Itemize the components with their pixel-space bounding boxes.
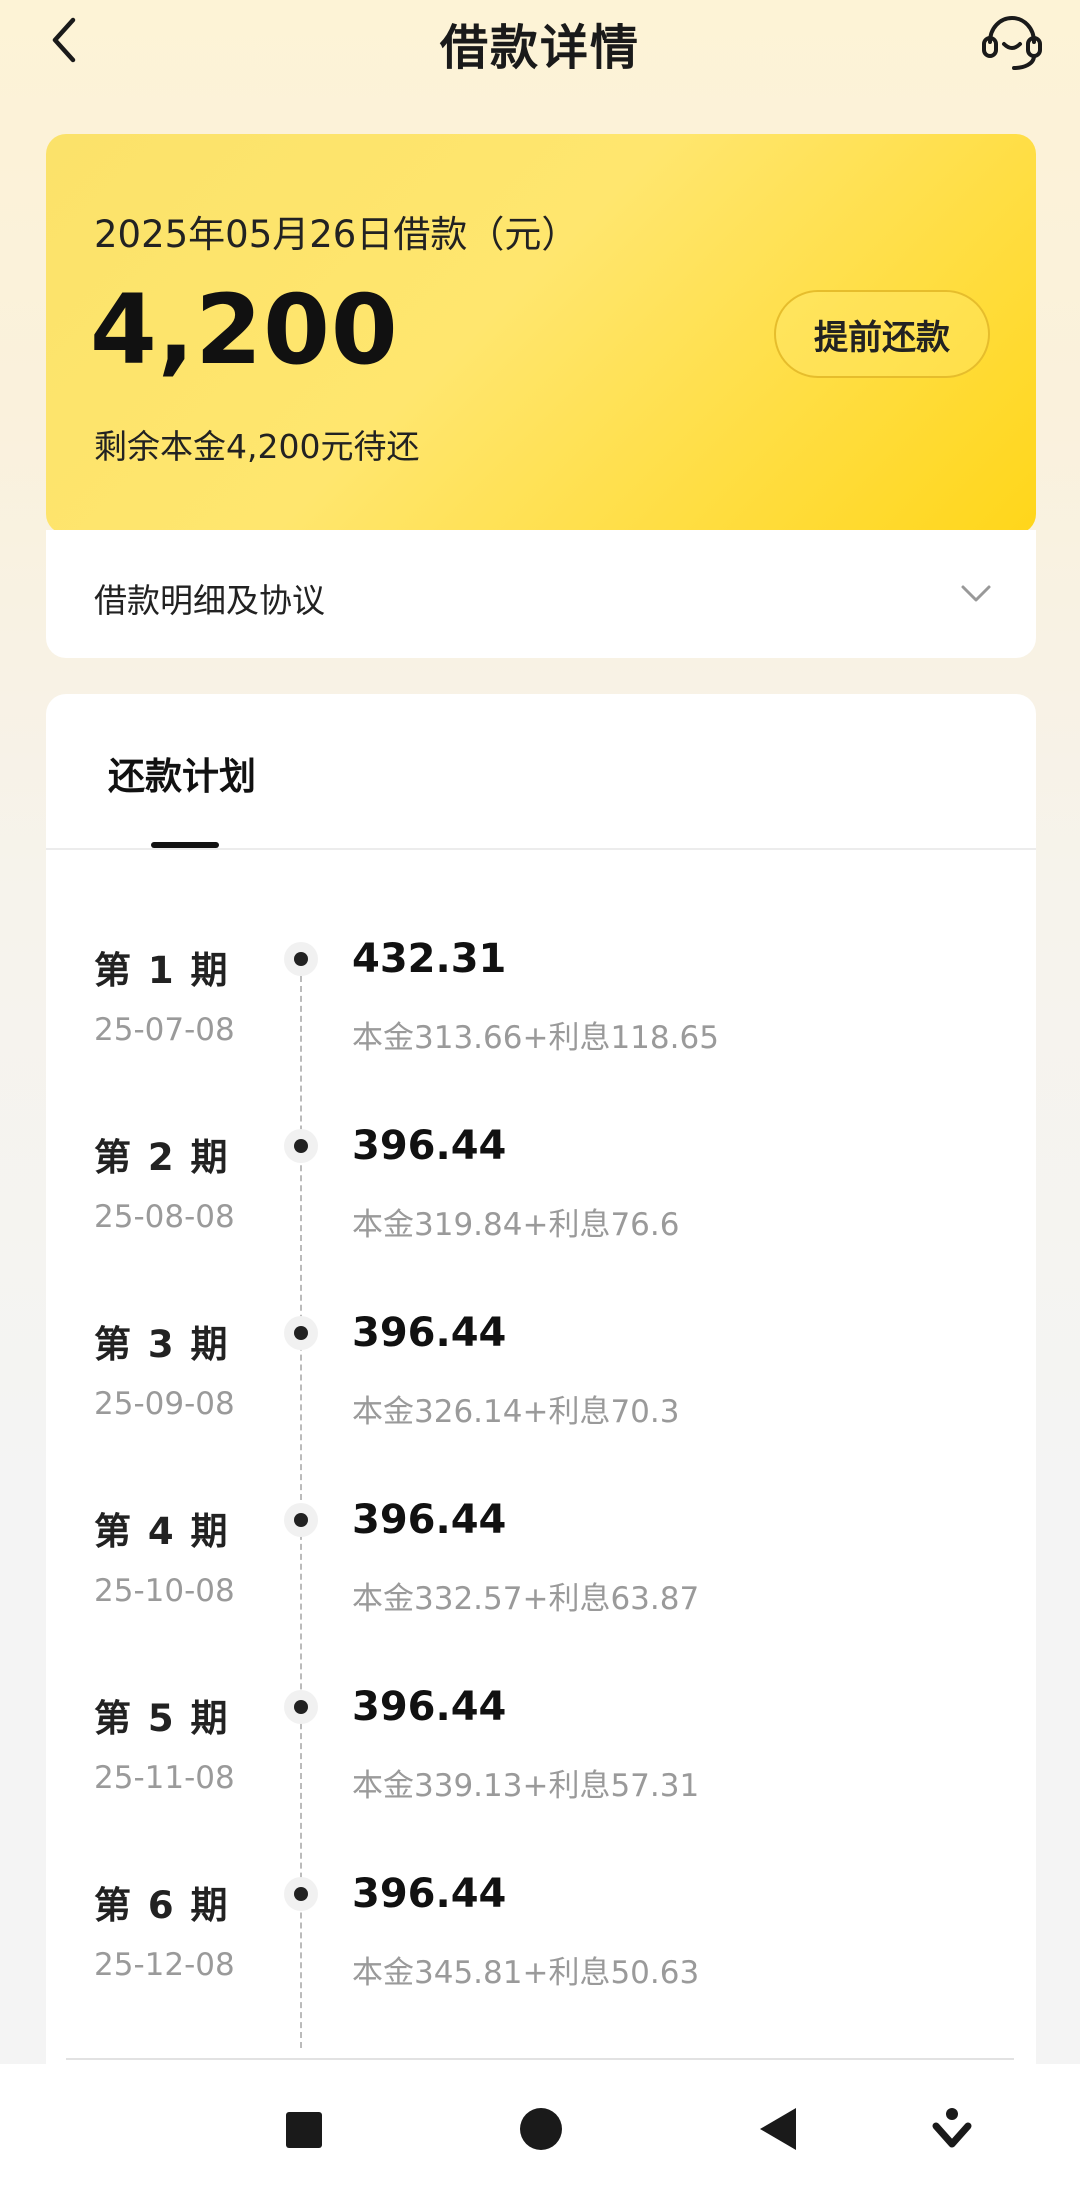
period-amount: 432.31: [352, 936, 507, 982]
period-label: 第 4 期: [94, 1510, 230, 1553]
page-title: 借款详情: [439, 20, 640, 76]
prepay-button[interactable]: 提前还款: [774, 290, 990, 378]
period-breakdown: 本金313.66+利息118.65: [352, 1020, 719, 1056]
home-button[interactable]: [520, 2108, 562, 2150]
system-nav-bar: [0, 2064, 1080, 2192]
assistant-icon[interactable]: [932, 2104, 972, 2154]
period-label: 第 6 期: [94, 1884, 230, 1927]
timeline-dot: [284, 1877, 318, 1911]
loan-details-agreement-row[interactable]: 借款明细及协议: [46, 530, 1036, 658]
remaining-principal: 剩余本金4,200元待还: [94, 427, 420, 466]
period-amount: 396.44: [352, 1871, 507, 1917]
back-triangle-icon[interactable]: [756, 2104, 800, 2154]
period-label: 第 3 期: [94, 1323, 230, 1366]
agreement-label: 借款明细及协议: [94, 581, 325, 620]
timeline-dot: [284, 1316, 318, 1350]
period-item[interactable]: 第 4 期 25-10-08 396.44 本金332.57+利息63.87: [46, 1497, 1036, 1687]
timeline-dot: [284, 1503, 318, 1537]
period-date: 25-07-08: [94, 1012, 235, 1048]
period-item[interactable]: 第 3 期 25-09-08 396.44 本金326.14+利息70.3: [46, 1310, 1036, 1500]
period-item[interactable]: 第 1 期 25-07-08 432.31 本金313.66+利息118.65: [46, 936, 1036, 1126]
period-label: 第 1 期: [94, 949, 230, 992]
period-item[interactable]: 第 6 期 25-12-08 396.44 本金345.81+利息50.63: [46, 1871, 1036, 2061]
period-date: 25-11-08: [94, 1760, 235, 1796]
loan-summary-card: 2025年05月26日借款（元） 4,200 提前还款 剩余本金4,200元待还: [46, 134, 1036, 534]
period-breakdown: 本金339.13+利息57.31: [352, 1768, 700, 1804]
period-amount: 396.44: [352, 1497, 507, 1543]
bottom-separator: [66, 2058, 1014, 2060]
period-date: 25-08-08: [94, 1199, 235, 1235]
period-breakdown: 本金326.14+利息70.3: [352, 1394, 680, 1430]
period-date: 25-12-08: [94, 1947, 235, 1983]
period-item[interactable]: 第 5 期 25-11-08 396.44 本金339.13+利息57.31: [46, 1684, 1036, 1874]
period-date: 25-09-08: [94, 1386, 235, 1422]
recent-apps-button[interactable]: [286, 2112, 322, 2148]
period-breakdown: 本金332.57+利息63.87: [352, 1581, 700, 1617]
chevron-down-icon: [961, 585, 991, 602]
period-label: 第 2 期: [94, 1136, 230, 1179]
loan-amount: 4,200: [90, 274, 399, 386]
customer-service-button[interactable]: [980, 12, 1044, 72]
tab-repayment-plan[interactable]: 还款计划: [108, 746, 256, 800]
headset-icon: [982, 15, 1042, 70]
period-amount: 396.44: [352, 1123, 507, 1169]
period-breakdown: 本金345.81+利息50.63: [352, 1955, 700, 1991]
loan-date-label: 2025年05月26日借款（元）: [94, 213, 579, 256]
period-amount: 396.44: [352, 1684, 507, 1730]
timeline-dot: [284, 1690, 318, 1724]
period-amount: 396.44: [352, 1310, 507, 1356]
timeline-dot: [284, 942, 318, 976]
header: 借款详情: [0, 0, 1080, 80]
timeline-dot: [284, 1129, 318, 1163]
period-breakdown: 本金319.84+利息76.6: [352, 1207, 680, 1243]
period-date: 25-10-08: [94, 1573, 235, 1609]
repayment-plan-card: 还款计划 第 1 期 25-07-08 432.31 本金313.66+利息11…: [46, 694, 1036, 2064]
period-item[interactable]: 第 2 期 25-08-08 396.44 本金319.84+利息76.6: [46, 1123, 1036, 1313]
tab-divider: [46, 848, 1036, 850]
period-label: 第 5 期: [94, 1697, 230, 1740]
